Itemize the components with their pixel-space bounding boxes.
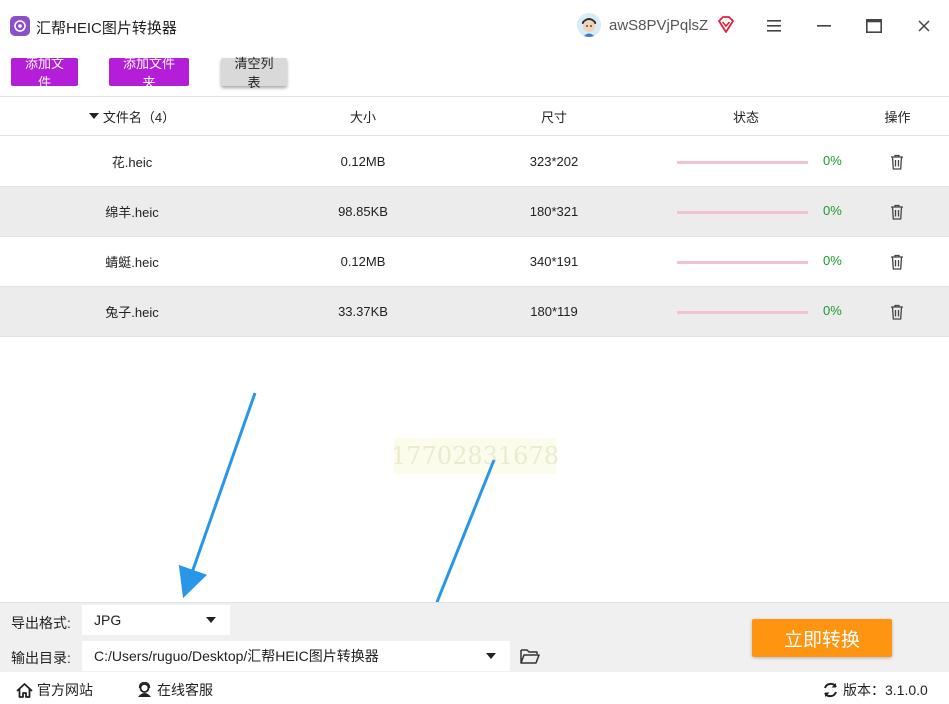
close-icon[interactable] xyxy=(912,14,936,38)
sort-down-icon xyxy=(88,113,99,119)
column-header-status: 状态 xyxy=(732,109,759,125)
app-window: 汇帮HEIC图片转换器 awS8PVjPqlsZ 添加文件 添加文件夹 清空列表… xyxy=(0,0,949,704)
footer-bar: 官方网站 在线客服 版本：3.1.0.0 xyxy=(0,672,949,704)
username[interactable]: awS8PVjPqlsZ xyxy=(609,17,708,34)
column-header-size: 大小 xyxy=(349,109,376,125)
progress-bar xyxy=(677,211,808,214)
file-name: 蜻蜓.heic xyxy=(105,255,159,270)
file-dimensions: 180*119 xyxy=(530,304,578,319)
table-row[interactable]: 兔子.heic 33.37KB 180*119 0% xyxy=(0,287,949,337)
output-settings-panel: 导出格式: JPG 输出目录: C:/Users/ruguo/Desktop/汇… xyxy=(0,602,949,672)
menu-icon[interactable] xyxy=(762,14,786,38)
table-row[interactable]: 蜻蜓.heic 0.12MB 340*191 0% xyxy=(0,237,949,287)
chevron-down-icon xyxy=(486,653,496,659)
home-icon xyxy=(16,682,33,698)
convert-now-button[interactable]: 立即转换 xyxy=(752,619,892,657)
format-label: 导出格式: xyxy=(11,615,71,631)
delete-icon[interactable] xyxy=(890,254,904,270)
vip-diamond-icon[interactable] xyxy=(716,15,736,35)
app-logo-icon xyxy=(10,16,30,36)
progress-bar xyxy=(677,261,808,264)
file-size: 33.37KB xyxy=(338,304,388,319)
chevron-down-icon xyxy=(206,617,216,623)
file-size: 0.12MB xyxy=(340,154,386,169)
column-header-dimensions: 尺寸 xyxy=(540,109,567,125)
progress-percent: 0% xyxy=(823,303,842,318)
file-table-header: 文件名（4） 大小 尺寸 状态 操作 xyxy=(0,96,949,136)
progress-bar xyxy=(677,311,808,314)
progress-percent: 0% xyxy=(823,153,842,168)
support-link[interactable]: 在线客服 xyxy=(136,680,213,700)
column-header-name[interactable]: 文件名（4） xyxy=(0,97,264,135)
delete-icon[interactable] xyxy=(890,204,904,220)
file-dimensions: 340*191 xyxy=(529,254,579,269)
version-info[interactable]: 版本：3.1.0.0 xyxy=(822,680,928,700)
annotation-arrow-format xyxy=(178,392,257,599)
refresh-icon xyxy=(824,682,837,698)
user-avatar[interactable] xyxy=(577,13,601,37)
file-size: 0.12MB xyxy=(340,254,386,269)
output-dir-select[interactable]: C:/Users/ruguo/Desktop/汇帮HEIC图片转换器 xyxy=(82,641,510,671)
file-dimensions: 180*321 xyxy=(529,204,579,219)
file-name: 兔子.heic xyxy=(105,305,159,320)
file-name: 绵羊.heic xyxy=(105,205,159,220)
title-bar: 汇帮HEIC图片转换器 awS8PVjPqlsZ xyxy=(0,0,949,52)
output-dir-label: 输出目录: xyxy=(11,650,71,666)
website-link[interactable]: 官方网站 xyxy=(16,680,93,700)
app-title: 汇帮HEIC图片转换器 xyxy=(36,20,177,37)
watermark: 17702831678 xyxy=(391,438,559,474)
delete-icon[interactable] xyxy=(890,304,904,320)
file-dimensions: 323*202 xyxy=(529,154,579,169)
column-header-action: 操作 xyxy=(884,109,911,125)
progress-percent: 0% xyxy=(823,253,842,268)
minimize-icon[interactable] xyxy=(812,14,836,38)
delete-icon[interactable] xyxy=(890,154,904,170)
table-row[interactable]: 花.heic 0.12MB 323*202 0% xyxy=(0,137,949,187)
add-file-button[interactable]: 添加文件 xyxy=(11,56,78,90)
file-name: 花.heic xyxy=(111,155,153,170)
customer-service-icon xyxy=(138,682,151,697)
clear-list-button[interactable]: 清空列表 xyxy=(221,56,287,90)
file-size: 98.85KB xyxy=(338,204,388,219)
open-folder-icon[interactable] xyxy=(520,648,540,664)
progress-percent: 0% xyxy=(823,203,842,218)
format-select[interactable]: JPG xyxy=(82,605,230,635)
table-row[interactable]: 绵羊.heic 98.85KB 180*321 0% xyxy=(0,187,949,237)
progress-bar xyxy=(677,161,808,164)
toolbar: 添加文件 添加文件夹 清空列表 xyxy=(0,52,949,96)
add-folder-button[interactable]: 添加文件夹 xyxy=(109,56,189,90)
maximize-icon[interactable] xyxy=(862,14,886,38)
